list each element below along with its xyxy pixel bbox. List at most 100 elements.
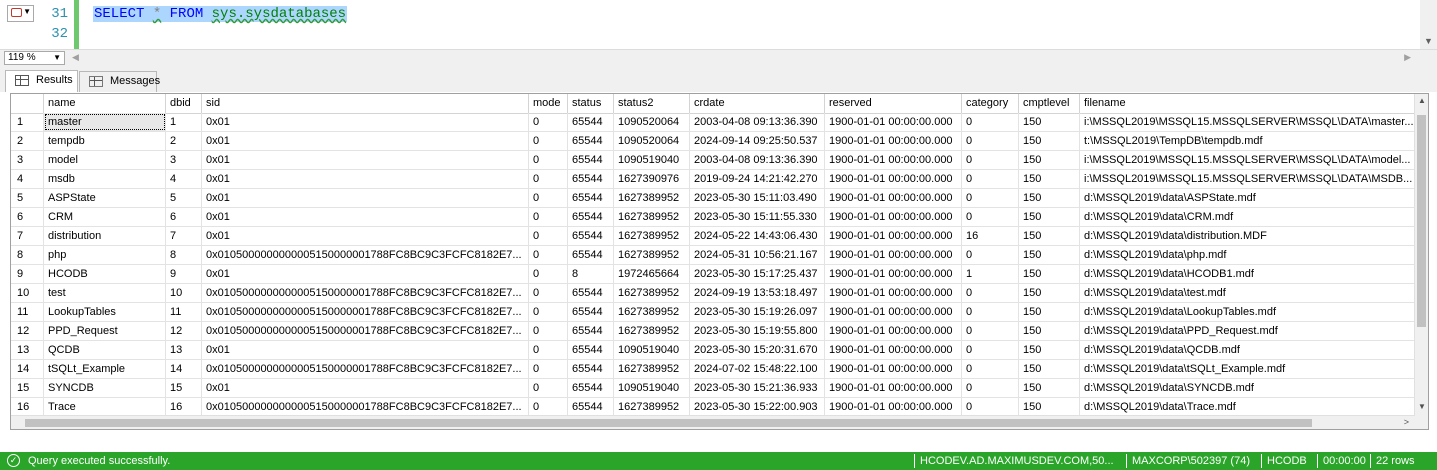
grid-cell-filename[interactable]: d:\MSSQL2019\data\ASPState.mdf: [1080, 189, 1416, 207]
table-row[interactable]: 14 tSQLt_Example 14 0x010500000000000515000…: [11, 360, 1416, 379]
grid-cell-cmptlevel[interactable]: 150: [1019, 132, 1080, 150]
grid-cell-reserved[interactable]: 1900-01-01 00:00:00.000: [825, 132, 962, 150]
grid-cell-status2[interactable]: 1627389952: [614, 360, 690, 378]
grid-cell-filename[interactable]: d:\MSSQL2019\data\PPD_Request.mdf: [1080, 322, 1416, 340]
grid-cell-crdate[interactable]: 2023-05-30 15:19:26.097: [690, 303, 825, 321]
grid-cell-crdate[interactable]: 2003-04-08 09:13:36.390: [690, 151, 825, 169]
grid-cell-category[interactable]: 16: [962, 227, 1019, 245]
grid-horizontal-scrollbar[interactable]: >: [11, 415, 1415, 429]
grid-cell-cmptlevel[interactable]: 150: [1019, 379, 1080, 397]
sql-statement[interactable]: SELECT * FROM sys.sysdatabases: [93, 6, 348, 22]
grid-cell-status2[interactable]: 1090519040: [614, 341, 690, 359]
grid-cell-status2[interactable]: 1972465664: [614, 265, 690, 283]
grid-cell-status[interactable]: 65544: [568, 379, 614, 397]
row-number[interactable]: 6: [11, 208, 44, 226]
grid-cell-dbid[interactable]: 11: [166, 303, 202, 321]
grid-cell-mode[interactable]: 0: [529, 322, 568, 340]
table-row[interactable]: 8 php 8 0x0105000000000005150000001788FC8BC…: [11, 246, 1416, 265]
column-header-mode[interactable]: mode: [529, 94, 568, 113]
table-row[interactable]: 5 ASPState 5 0x01 0 65544 1627389952 2023-05-30…: [11, 189, 1416, 208]
grid-cell-name[interactable]: ASPState: [44, 189, 166, 207]
table-row[interactable]: 11 LookupTables 11 0x0105000000000005150000…: [11, 303, 1416, 322]
grid-cell-dbid[interactable]: 8: [166, 246, 202, 264]
grid-cell-filename[interactable]: d:\MSSQL2019\data\php.mdf: [1080, 246, 1416, 264]
grid-cell-sid[interactable]: 0x0105000000000005150000001788FC8BC9C3FC…: [202, 246, 529, 264]
grid-cell-filename[interactable]: d:\MSSQL2019\data\LookupTables.mdf: [1080, 303, 1416, 321]
grid-cell-name[interactable]: php: [44, 246, 166, 264]
grid-cell-reserved[interactable]: 1900-01-01 00:00:00.000: [825, 189, 962, 207]
grid-cell-status2[interactable]: 1627389952: [614, 284, 690, 302]
grid-cell-crdate[interactable]: 2019-09-24 14:21:42.270: [690, 170, 825, 188]
grid-cell-status[interactable]: 65544: [568, 170, 614, 188]
column-header-cmptlevel[interactable]: cmptlevel: [1019, 94, 1080, 113]
grid-cell-status2[interactable]: 1627389952: [614, 322, 690, 340]
table-row[interactable]: 6 CRM 6 0x01 0 65544 1627389952 2023-05-30 15:1…: [11, 208, 1416, 227]
grid-cell-status[interactable]: 65544: [568, 227, 614, 245]
grid-cell-cmptlevel[interactable]: 150: [1019, 341, 1080, 359]
row-number[interactable]: 11: [11, 303, 44, 321]
grid-cell-mode[interactable]: 0: [529, 265, 568, 283]
grid-cell-crdate[interactable]: 2023-05-30 15:17:25.437: [690, 265, 825, 283]
grid-cell-reserved[interactable]: 1900-01-01 00:00:00.000: [825, 303, 962, 321]
grid-cell-status2[interactable]: 1627389952: [614, 227, 690, 245]
grid-cell-status[interactable]: 65544: [568, 113, 614, 131]
grid-cell-name[interactable]: QCDB: [44, 341, 166, 359]
grid-cell-status[interactable]: 65544: [568, 189, 614, 207]
grid-cell-filename[interactable]: t:\MSSQL2019\TempDB\tempdb.mdf: [1080, 132, 1416, 150]
grid-cell-reserved[interactable]: 1900-01-01 00:00:00.000: [825, 151, 962, 169]
grid-cell-status2[interactable]: 1627389952: [614, 246, 690, 264]
column-header-sid[interactable]: sid: [202, 94, 529, 113]
column-header-dbid[interactable]: dbid: [166, 94, 202, 113]
grid-cell-category[interactable]: 0: [962, 208, 1019, 226]
scroll-down-icon[interactable]: ▼: [1418, 402, 1426, 411]
grid-cell-cmptlevel[interactable]: 150: [1019, 360, 1080, 378]
grid-cell-name[interactable]: tempdb: [44, 132, 166, 150]
grid-cell-sid[interactable]: 0x01: [202, 151, 529, 169]
grid-cell-cmptlevel[interactable]: 150: [1019, 227, 1080, 245]
table-row[interactable]: 13 QCDB 13 0x01 0 65544 1090519040 2023-05-30 1…: [11, 341, 1416, 360]
grid-cell-sid[interactable]: 0x01: [202, 341, 529, 359]
grid-cell-dbid[interactable]: 13: [166, 341, 202, 359]
grid-cell-mode[interactable]: 0: [529, 227, 568, 245]
grid-cell-dbid[interactable]: 2: [166, 132, 202, 150]
grid-cell-dbid[interactable]: 1: [166, 113, 202, 131]
grid-cell-category[interactable]: 0: [962, 341, 1019, 359]
grid-cell-dbid[interactable]: 14: [166, 360, 202, 378]
column-header-status2[interactable]: status2: [614, 94, 690, 113]
grid-cell-dbid[interactable]: 6: [166, 208, 202, 226]
grid-cell-mode[interactable]: 0: [529, 360, 568, 378]
grid-cell-cmptlevel[interactable]: 150: [1019, 265, 1080, 283]
grid-cell-mode[interactable]: 0: [529, 189, 568, 207]
row-number[interactable]: 4: [11, 170, 44, 188]
grid-cell-crdate[interactable]: 2023-05-30 15:22:00.903: [690, 398, 825, 416]
row-number[interactable]: 14: [11, 360, 44, 378]
grid-cell-filename[interactable]: i:\MSSQL2019\MSSQL15.MSSQLSERVER\MSSQL\D…: [1080, 151, 1416, 169]
grid-corner[interactable]: [11, 94, 44, 113]
grid-cell-crdate[interactable]: 2023-05-30 15:11:55.330: [690, 208, 825, 226]
grid-cell-sid[interactable]: 0x01: [202, 208, 529, 226]
results-grid[interactable]: name dbid sid mode status status2 crdate reserv…: [10, 93, 1429, 430]
grid-cell-dbid[interactable]: 3: [166, 151, 202, 169]
grid-cell-mode[interactable]: 0: [529, 246, 568, 264]
grid-cell-dbid[interactable]: 4: [166, 170, 202, 188]
grid-cell-name[interactable]: LookupTables: [44, 303, 166, 321]
editor-vertical-scrollbar[interactable]: ▼: [1420, 0, 1437, 49]
table-row[interactable]: 4 msdb 4 0x01 0 65544 1627390976 2019-09-24 14:…: [11, 170, 1416, 189]
grid-cell-status2[interactable]: 1090519040: [614, 151, 690, 169]
grid-cell-status[interactable]: 65544: [568, 341, 614, 359]
grid-cell-filename[interactable]: d:\MSSQL2019\data\Trace.mdf: [1080, 398, 1416, 416]
grid-cell-category[interactable]: 0: [962, 170, 1019, 188]
row-number[interactable]: 3: [11, 151, 44, 169]
grid-vertical-scrollbar[interactable]: ▲ ▼: [1414, 94, 1428, 429]
grid-cell-category[interactable]: 0: [962, 189, 1019, 207]
grid-cell-status[interactable]: 65544: [568, 151, 614, 169]
grid-cell-reserved[interactable]: 1900-01-01 00:00:00.000: [825, 170, 962, 188]
grid-cell-name[interactable]: test: [44, 284, 166, 302]
grid-cell-cmptlevel[interactable]: 150: [1019, 208, 1080, 226]
grid-cell-dbid[interactable]: 15: [166, 379, 202, 397]
grid-cell-crdate[interactable]: 2024-05-31 10:56:21.167: [690, 246, 825, 264]
grid-cell-dbid[interactable]: 7: [166, 227, 202, 245]
grid-cell-status2[interactable]: 1090520064: [614, 113, 690, 131]
grid-cell-sid[interactable]: 0x01: [202, 379, 529, 397]
grid-cell-sid[interactable]: 0x0105000000000005150000001788FC8BC9C3FC…: [202, 303, 529, 321]
